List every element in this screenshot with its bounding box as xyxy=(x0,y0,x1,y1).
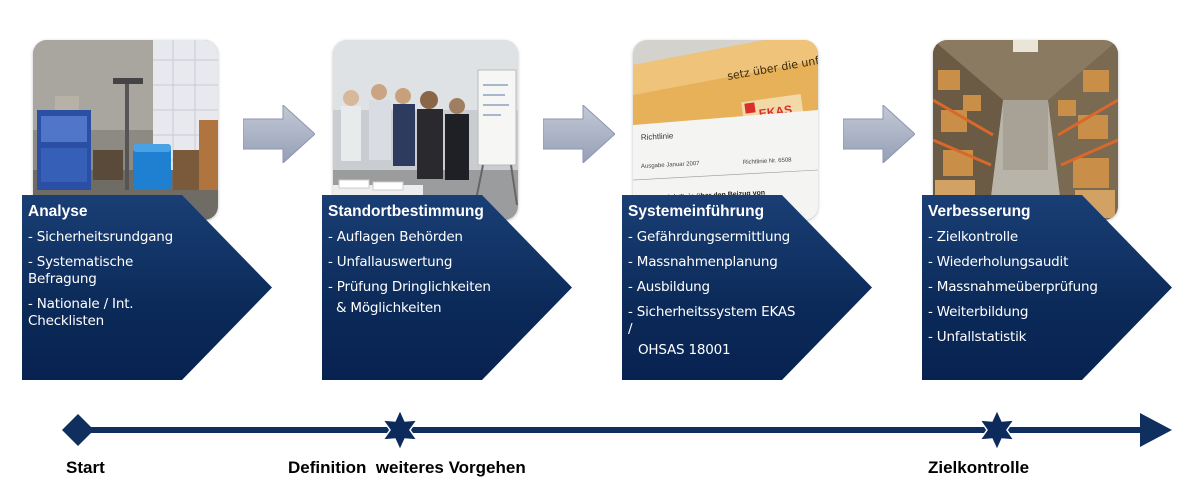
step-item: - Sicherheitssystem EKAS / xyxy=(628,304,796,337)
timeline-label-definition: Definition weiteres Vorgehen xyxy=(288,458,526,477)
warehouse-illustration xyxy=(933,40,1118,220)
step-title: Standortbestimmung xyxy=(328,203,484,220)
step-item: - Gefährdungsermittlung xyxy=(628,229,791,245)
documents-illustration: setz über die unfallversicherung EKAS Ri… xyxy=(633,40,818,220)
step-title: Analyse xyxy=(28,203,88,220)
photo-team-meeting xyxy=(333,40,518,220)
step-item: - Auflagen Behörden xyxy=(328,229,463,245)
step-item: OHSAS 18001 xyxy=(638,342,731,358)
step-item: & Möglichkeiten xyxy=(336,300,442,316)
step-item: - Zielkontrolle xyxy=(928,229,1018,245)
meeting-illustration xyxy=(333,40,518,220)
next-step-arrow-2 xyxy=(543,105,615,163)
step-analyse: Analyse - Sicherheitsrundgang - Systemat… xyxy=(22,195,272,380)
step-item: - Massnahmenplanung xyxy=(628,254,778,270)
timeline-label-start: Start xyxy=(66,458,105,477)
timeline-start-diamond-icon xyxy=(62,414,94,446)
next-step-arrow-1 xyxy=(243,105,315,163)
step-item: - Systematische Befragung xyxy=(28,254,134,287)
step-item: - Sicherheitsrundgang xyxy=(28,229,174,245)
step-item: - Weiterbildung xyxy=(928,304,1029,320)
step-item: - Ausbildung xyxy=(628,279,710,295)
step-item: - Unfallauswertung xyxy=(328,254,453,270)
step-title: Verbesserung xyxy=(928,203,1031,220)
workshop-illustration xyxy=(33,40,218,220)
next-step-arrow-3 xyxy=(843,105,915,163)
photo-ekas-documents: setz über die unfallversicherung EKAS Ri… xyxy=(633,40,818,220)
step-item: - Massnahmeüberprüfung xyxy=(928,279,1098,295)
photo-warehouse xyxy=(933,40,1118,220)
step-item: - Unfallstatistik xyxy=(928,329,1027,345)
timeline-label-zielkontrolle: Zielkontrolle xyxy=(928,458,1030,477)
photo-workshop-room xyxy=(33,40,218,220)
step-standortbestimmung: Standortbestimmung - Auflagen Behörden -… xyxy=(322,195,572,380)
step-verbesserung: Verbesserung - Zielkontrolle - Wiederhol… xyxy=(922,195,1172,380)
timeline-end-arrowhead-icon xyxy=(1140,413,1172,447)
step-item: - Prüfung Dringlichkeiten xyxy=(328,279,491,295)
step-item: - Wiederholungsaudit xyxy=(928,254,1069,270)
timeline xyxy=(62,408,1172,452)
step-item: - Nationale / Int. Checklisten xyxy=(28,296,134,329)
step-title: Systemeinführung xyxy=(628,203,765,220)
doc-banner-text: Richtlinie xyxy=(641,131,674,142)
step-systemeinfuehrung: Systemeinführung - Gefährdungsermittlung… xyxy=(622,195,872,380)
process-diagram: setz über die unfallversicherung EKAS Ri… xyxy=(0,0,1200,500)
